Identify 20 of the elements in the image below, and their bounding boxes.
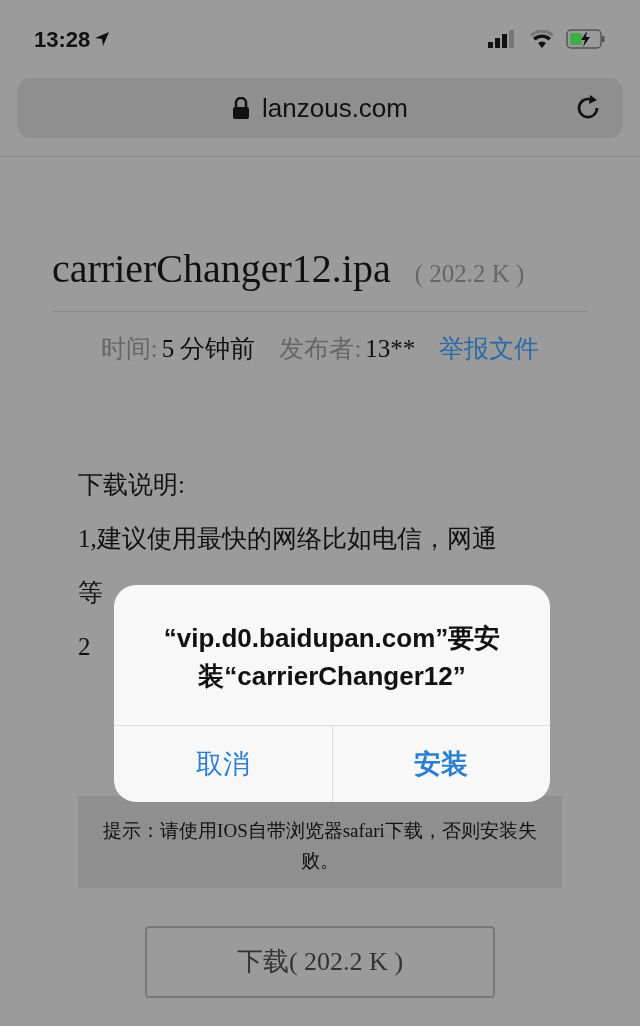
tip-text: 提示：请使用IOS自带浏览器safari下载，否则安装失败。: [102, 818, 538, 873]
instruction-text: 1,建议使用最快的网络比如电信，网通: [78, 523, 497, 554]
dialog-message: “vip.d0.baidupan.com”要安装“carrierChanger12”: [162, 622, 502, 693]
meta-value: 5 分钟前: [161, 334, 256, 364]
instruction-text: 等: [78, 577, 103, 608]
wifi-icon: [530, 30, 554, 48]
address-bar[interactable]: lanzous.com: [17, 78, 623, 138]
instruction-text: 2: [78, 631, 91, 662]
meta-value: 13**: [365, 334, 416, 364]
url-text: lanzous.com: [262, 91, 408, 125]
battery-charging-icon: [566, 29, 606, 49]
status-time: 13:28: [34, 25, 91, 54]
file-name: carrierChanger12.ipa: [52, 245, 391, 293]
dialog-button[interactable]: 安装: [331, 726, 550, 802]
location-arrow-icon: [94, 31, 111, 47]
instruction-text: 下载说明:: [78, 469, 185, 500]
report-link[interactable]: 举报文件: [439, 330, 540, 368]
download-button[interactable]: 下载( 202.2 K ): [145, 925, 495, 998]
lock-icon: [232, 97, 250, 119]
dialog-button[interactable]: 取消: [114, 726, 332, 802]
